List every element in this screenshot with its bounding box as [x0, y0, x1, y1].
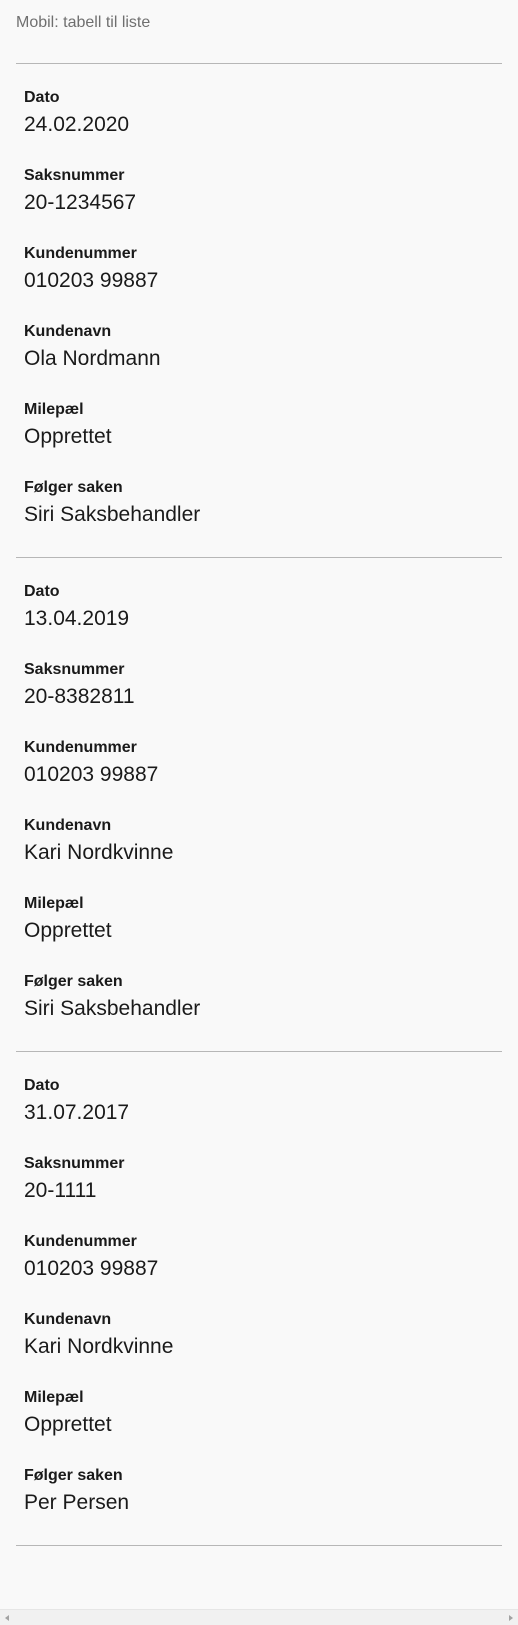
field-label: Kundenavn — [24, 1311, 112, 1328]
list-item: Dato 13.04.2019 Saksnummer 20-8382811 Ku… — [16, 558, 502, 1052]
field-value: 010203 99887 — [24, 269, 159, 292]
field-label: Saksnummer — [24, 167, 125, 184]
field-label: Følger saken — [24, 1467, 123, 1484]
field-dato: Dato 31.07.2017 — [24, 1077, 494, 1155]
field-value: 010203 99887 — [24, 1257, 159, 1280]
field-kundenavn: Kundenavn Kari Nordkvinne — [24, 817, 494, 895]
field-label: Milepæl — [24, 895, 84, 912]
field-folger-saken: Følger saken Siri Saksbehandler — [24, 973, 494, 1051]
field-kundenummer: Kundenummer 010203 99887 — [24, 245, 494, 323]
field-value: 24.02.2020 — [24, 113, 130, 136]
field-value: 31.07.2017 — [24, 1101, 130, 1124]
field-value: Opprettet — [24, 1413, 112, 1436]
field-label: Kundenummer — [24, 1233, 137, 1250]
field-milepael: Milepæl Opprettet — [24, 1389, 494, 1467]
field-value: Opprettet — [24, 425, 112, 448]
scroll-left-arrow-icon[interactable] — [5, 1615, 9, 1621]
list-item: Dato 24.02.2020 Saksnummer 20-1234567 Ku… — [16, 64, 502, 558]
field-label: Følger saken — [24, 973, 123, 990]
field-label: Dato — [24, 583, 60, 600]
field-value: Opprettet — [24, 919, 112, 942]
field-label: Milepæl — [24, 1389, 84, 1406]
field-milepael: Milepæl Opprettet — [24, 895, 494, 973]
field-folger-saken: Følger saken Per Persen — [24, 1467, 494, 1545]
field-dato: Dato 13.04.2019 — [24, 583, 494, 661]
field-value: Siri Saksbehandler — [24, 503, 201, 526]
field-label: Saksnummer — [24, 661, 125, 678]
field-kundenavn: Kundenavn Ola Nordmann — [24, 323, 494, 401]
table-caption: Mobil: tabell til liste — [16, 0, 502, 64]
field-label: Saksnummer — [24, 1155, 125, 1172]
field-label: Dato — [24, 89, 60, 106]
horizontal-scrollbar[interactable] — [0, 1609, 518, 1625]
field-value: Kari Nordkvinne — [24, 1335, 174, 1358]
field-value: Per Persen — [24, 1491, 130, 1514]
field-saksnummer: Saksnummer 20-8382811 — [24, 661, 494, 739]
field-value: Siri Saksbehandler — [24, 997, 201, 1020]
table-to-list-demo: Mobil: tabell til liste Dato 24.02.2020 … — [16, 0, 502, 1546]
field-value: 20-8382811 — [24, 685, 135, 708]
field-milepael: Milepæl Opprettet — [24, 401, 494, 479]
field-value: Ola Nordmann — [24, 347, 161, 370]
field-label: Kundenavn — [24, 323, 112, 340]
field-dato: Dato 24.02.2020 — [24, 89, 494, 167]
field-value: 20-1111 — [24, 1179, 97, 1202]
field-label: Følger saken — [24, 479, 123, 496]
field-kundenavn: Kundenavn Kari Nordkvinne — [24, 1311, 494, 1389]
field-label: Kundenavn — [24, 817, 112, 834]
field-label: Dato — [24, 1077, 60, 1094]
field-value: 20-1234567 — [24, 191, 137, 214]
field-value: 13.04.2019 — [24, 607, 130, 630]
field-folger-saken: Følger saken Siri Saksbehandler — [24, 479, 494, 557]
field-saksnummer: Saksnummer 20-1111 — [24, 1155, 494, 1233]
scroll-right-arrow-icon[interactable] — [509, 1615, 513, 1621]
field-label: Kundenummer — [24, 245, 137, 262]
field-value: Kari Nordkvinne — [24, 841, 174, 864]
field-kundenummer: Kundenummer 010203 99887 — [24, 1233, 494, 1311]
field-label: Milepæl — [24, 401, 84, 418]
field-label: Kundenummer — [24, 739, 137, 756]
list-item: Dato 31.07.2017 Saksnummer 20-1111 Kunde… — [16, 1052, 502, 1546]
field-value: 010203 99887 — [24, 763, 159, 786]
field-kundenummer: Kundenummer 010203 99887 — [24, 739, 494, 817]
field-saksnummer: Saksnummer 20-1234567 — [24, 167, 494, 245]
